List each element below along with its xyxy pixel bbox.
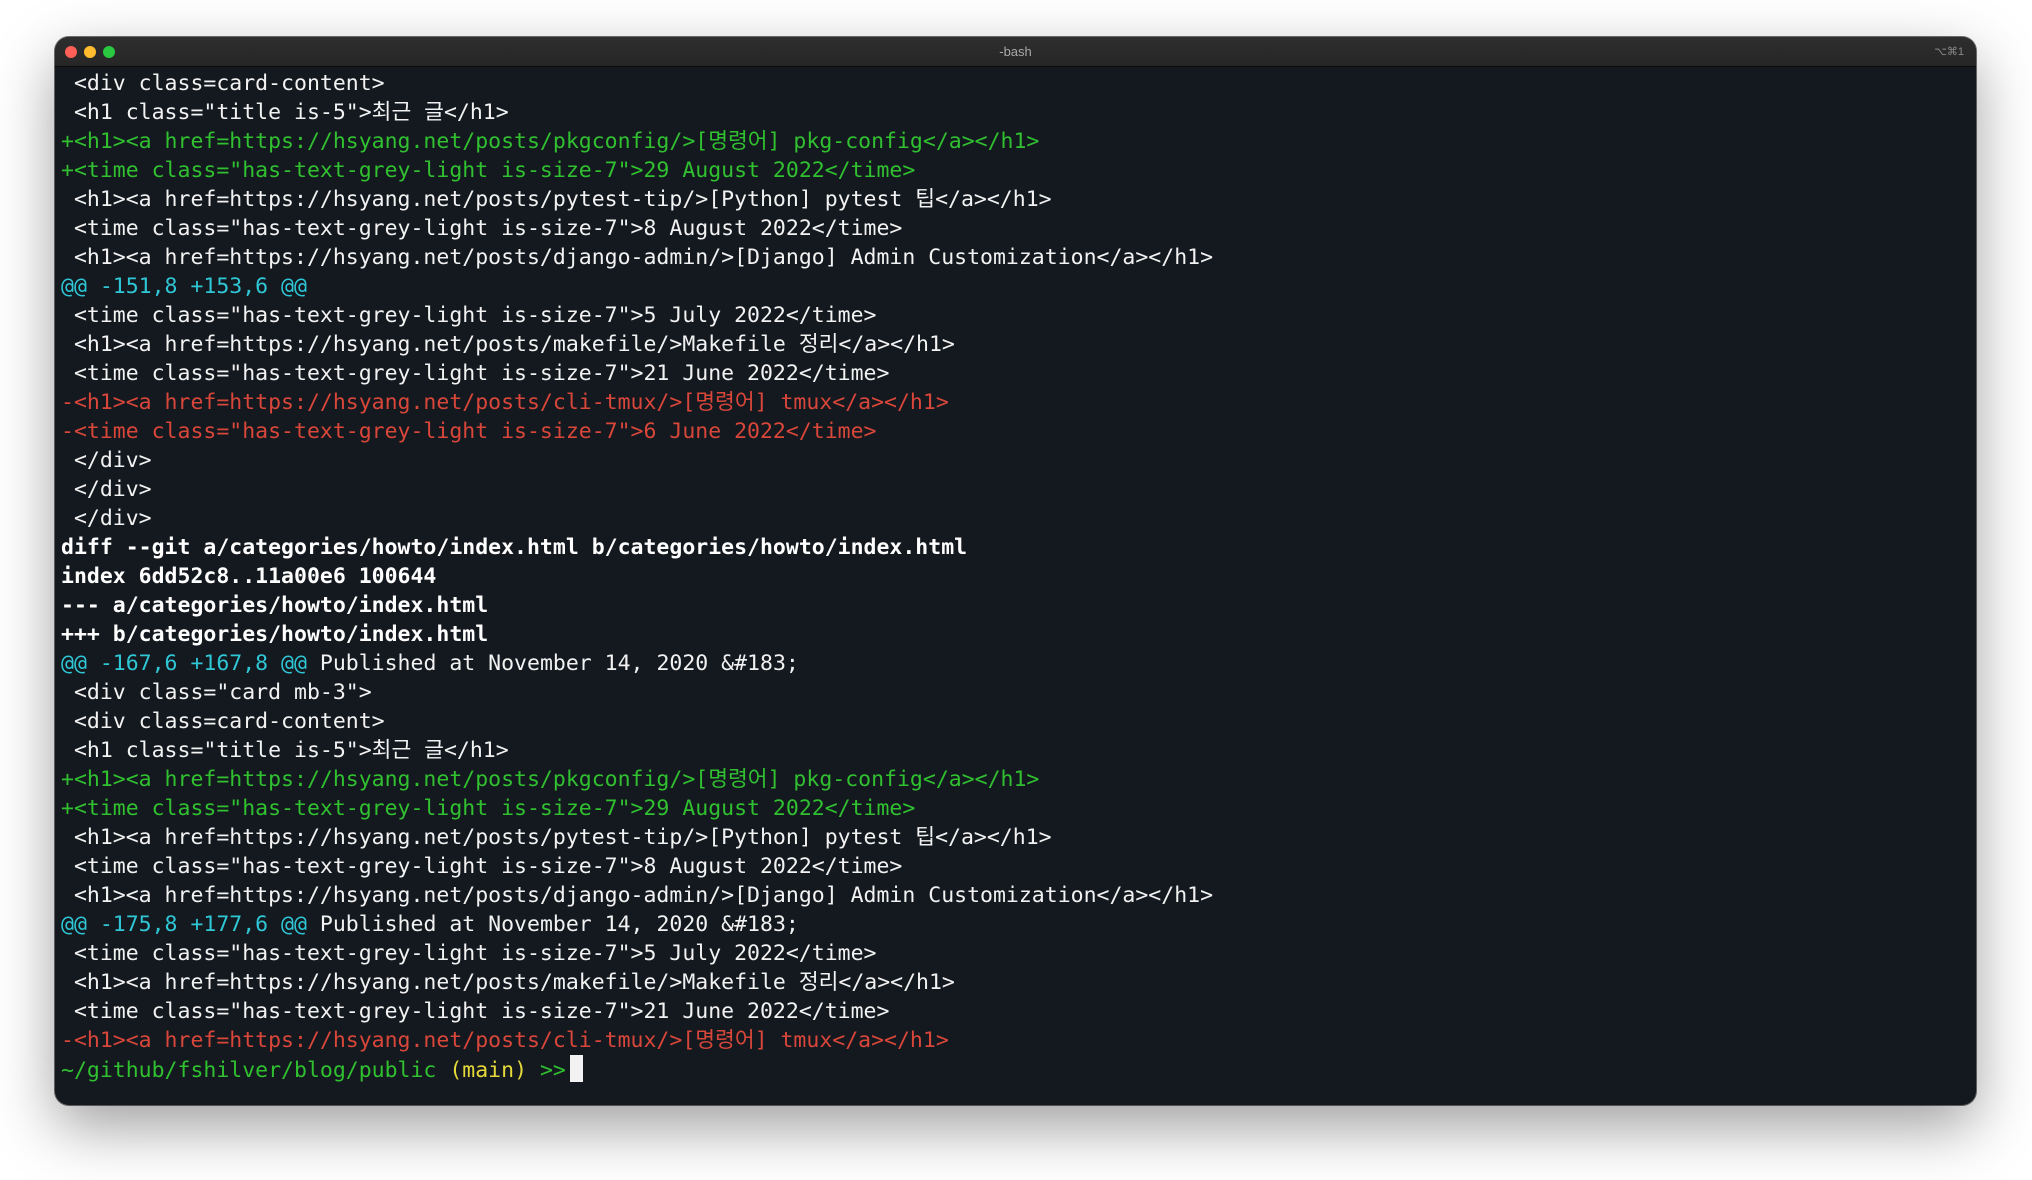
diff-added-line: +<time class="has-text-grey-light is-siz…: [61, 158, 916, 183]
diff-hunk-line: @@ -175,8 +177,6 @@ Published at Novembe…: [61, 910, 1976, 939]
diff-added-line: +<time class="has-text-grey-light is-siz…: [61, 796, 916, 821]
diff-context-line: <div class="card mb-3">: [61, 680, 372, 705]
diff-context-line: <h1><a href=https://hsyang.net/posts/pyt…: [61, 825, 1052, 850]
prompt-symbol: >>: [539, 1058, 566, 1083]
shell-prompt[interactable]: ~/github/fshilver/blog/public (main) >>: [61, 1055, 1976, 1084]
diff-context-line: <h1><a href=https://hsyang.net/posts/pyt…: [61, 187, 1052, 212]
diff-hunk-header: @@ -151,8 +153,6 @@: [61, 274, 307, 299]
diff-context-line: <time class="has-text-grey-light is-size…: [61, 303, 877, 328]
diff-context-line: <h1><a href=https://hsyang.net/posts/dja…: [61, 245, 1214, 270]
diff-context-line: <h1 class="title is-5">최근 글</h1>: [61, 738, 509, 763]
diff-context-line: <time class="has-text-grey-light is-size…: [61, 999, 890, 1024]
diff-context-line: </div>: [61, 477, 152, 502]
diff-context-line: <time class="has-text-grey-light is-size…: [61, 854, 903, 879]
diff-context-line: </div>: [61, 448, 152, 473]
diff-context-line: <time class="has-text-grey-light is-size…: [61, 941, 877, 966]
diff-removed-line: -<h1><a href=https://hsyang.net/posts/cl…: [61, 1028, 949, 1053]
terminal-window: -bash ⌥⌘1 <div class=card-content> <h1 c…: [55, 37, 1976, 1105]
diff-context-line: <time class="has-text-grey-light is-size…: [61, 361, 890, 386]
diff-context-line: <h1 class="title is-5">최근 글</h1>: [61, 100, 509, 125]
diff-hunk-context: Published at November 14, 2020 &#183;: [306, 912, 799, 937]
diff-context-line: <h1><a href=https://hsyang.net/posts/mak…: [61, 970, 955, 995]
prompt-path: ~/github/fshilver/blog/public: [61, 1058, 437, 1083]
diff-added-line: +<h1><a href=https://hsyang.net/posts/pk…: [61, 767, 1040, 792]
diff-removed-line: -<h1><a href=https://hsyang.net/posts/cl…: [61, 390, 949, 415]
text-cursor[interactable]: [569, 1055, 583, 1082]
diff-file-header: diff --git a/categories/howto/index.html…: [61, 535, 968, 560]
diff-hunk-line: @@ -167,6 +167,8 @@ Published at Novembe…: [61, 649, 1976, 678]
diff-hunk-header: @@ -175,8 +177,6 @@: [61, 912, 307, 937]
diff-old-file-line: --- a/categories/howto/index.html: [61, 593, 489, 618]
diff-context-line: <div class=card-content>: [61, 71, 385, 96]
diff-context-line: <h1><a href=https://hsyang.net/posts/mak…: [61, 332, 955, 357]
diff-hunk-header: @@ -167,6 +167,8 @@: [61, 651, 307, 676]
diff-added-line: +<h1><a href=https://hsyang.net/posts/pk…: [61, 129, 1040, 154]
diff-hunk-context: Published at November 14, 2020 &#183;: [306, 651, 799, 676]
diff-context-line: <time class="has-text-grey-light is-size…: [61, 216, 903, 241]
title-bar[interactable]: -bash ⌥⌘1: [55, 37, 1976, 67]
diff-context-line: <div class=card-content>: [61, 709, 385, 734]
window-shortcut-label: ⌥⌘1: [1934, 46, 1964, 58]
window-title: -bash: [999, 44, 1032, 59]
diff-index-line: index 6dd52c8..11a00e6 100644: [61, 564, 437, 589]
prompt-git-branch: (main): [449, 1058, 528, 1083]
diff-context-line: <h1><a href=https://hsyang.net/posts/dja…: [61, 883, 1214, 908]
terminal-output[interactable]: <div class=card-content> <h1 class="titl…: [61, 69, 1976, 1105]
diff-removed-line: -<time class="has-text-grey-light is-siz…: [61, 419, 877, 444]
diff-new-file-line: +++ b/categories/howto/index.html: [61, 622, 489, 647]
diff-context-line: </div>: [61, 506, 152, 531]
